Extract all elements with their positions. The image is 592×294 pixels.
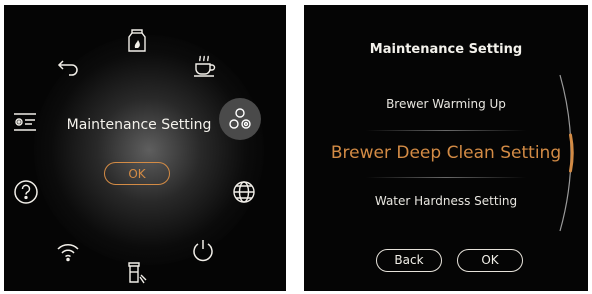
descaling-icon[interactable] xyxy=(121,259,149,287)
scroll-indicator[interactable] xyxy=(554,73,582,233)
power-icon[interactable] xyxy=(189,236,217,264)
wifi-icon[interactable] xyxy=(54,237,82,265)
circular-menu-screen: Maintenance Setting OK xyxy=(4,5,286,291)
milk-cleaning-icon[interactable] xyxy=(123,26,151,54)
help-icon[interactable] xyxy=(12,178,40,206)
settings-sliders-icon[interactable] xyxy=(11,108,39,136)
menu-item-brewer-warming-up[interactable]: Brewer Warming Up xyxy=(304,97,588,111)
menu-item-water-hardness[interactable]: Water Hardness Setting xyxy=(304,194,588,208)
coffee-cup-icon[interactable] xyxy=(190,51,218,79)
language-globe-icon[interactable] xyxy=(230,178,258,206)
back-button[interactable]: Back xyxy=(376,249,442,272)
ok-button[interactable]: OK xyxy=(104,162,170,185)
center-title: Maintenance Setting xyxy=(66,117,212,133)
back-arrow-icon[interactable] xyxy=(54,52,82,80)
menu-item-brewer-deep-clean[interactable]: Brewer Deep Clean Setting xyxy=(304,143,588,163)
maintenance-setting-screen: Maintenance Setting Brewer Warming Up Br… xyxy=(304,5,588,291)
divider xyxy=(366,130,526,131)
divider xyxy=(366,177,526,178)
maintenance-setting-icon[interactable] xyxy=(219,98,261,140)
stage: Maintenance Setting OK Maintenance Setti… xyxy=(0,0,592,294)
page-title: Maintenance Setting xyxy=(369,42,523,57)
ok-button[interactable]: OK xyxy=(457,249,523,272)
